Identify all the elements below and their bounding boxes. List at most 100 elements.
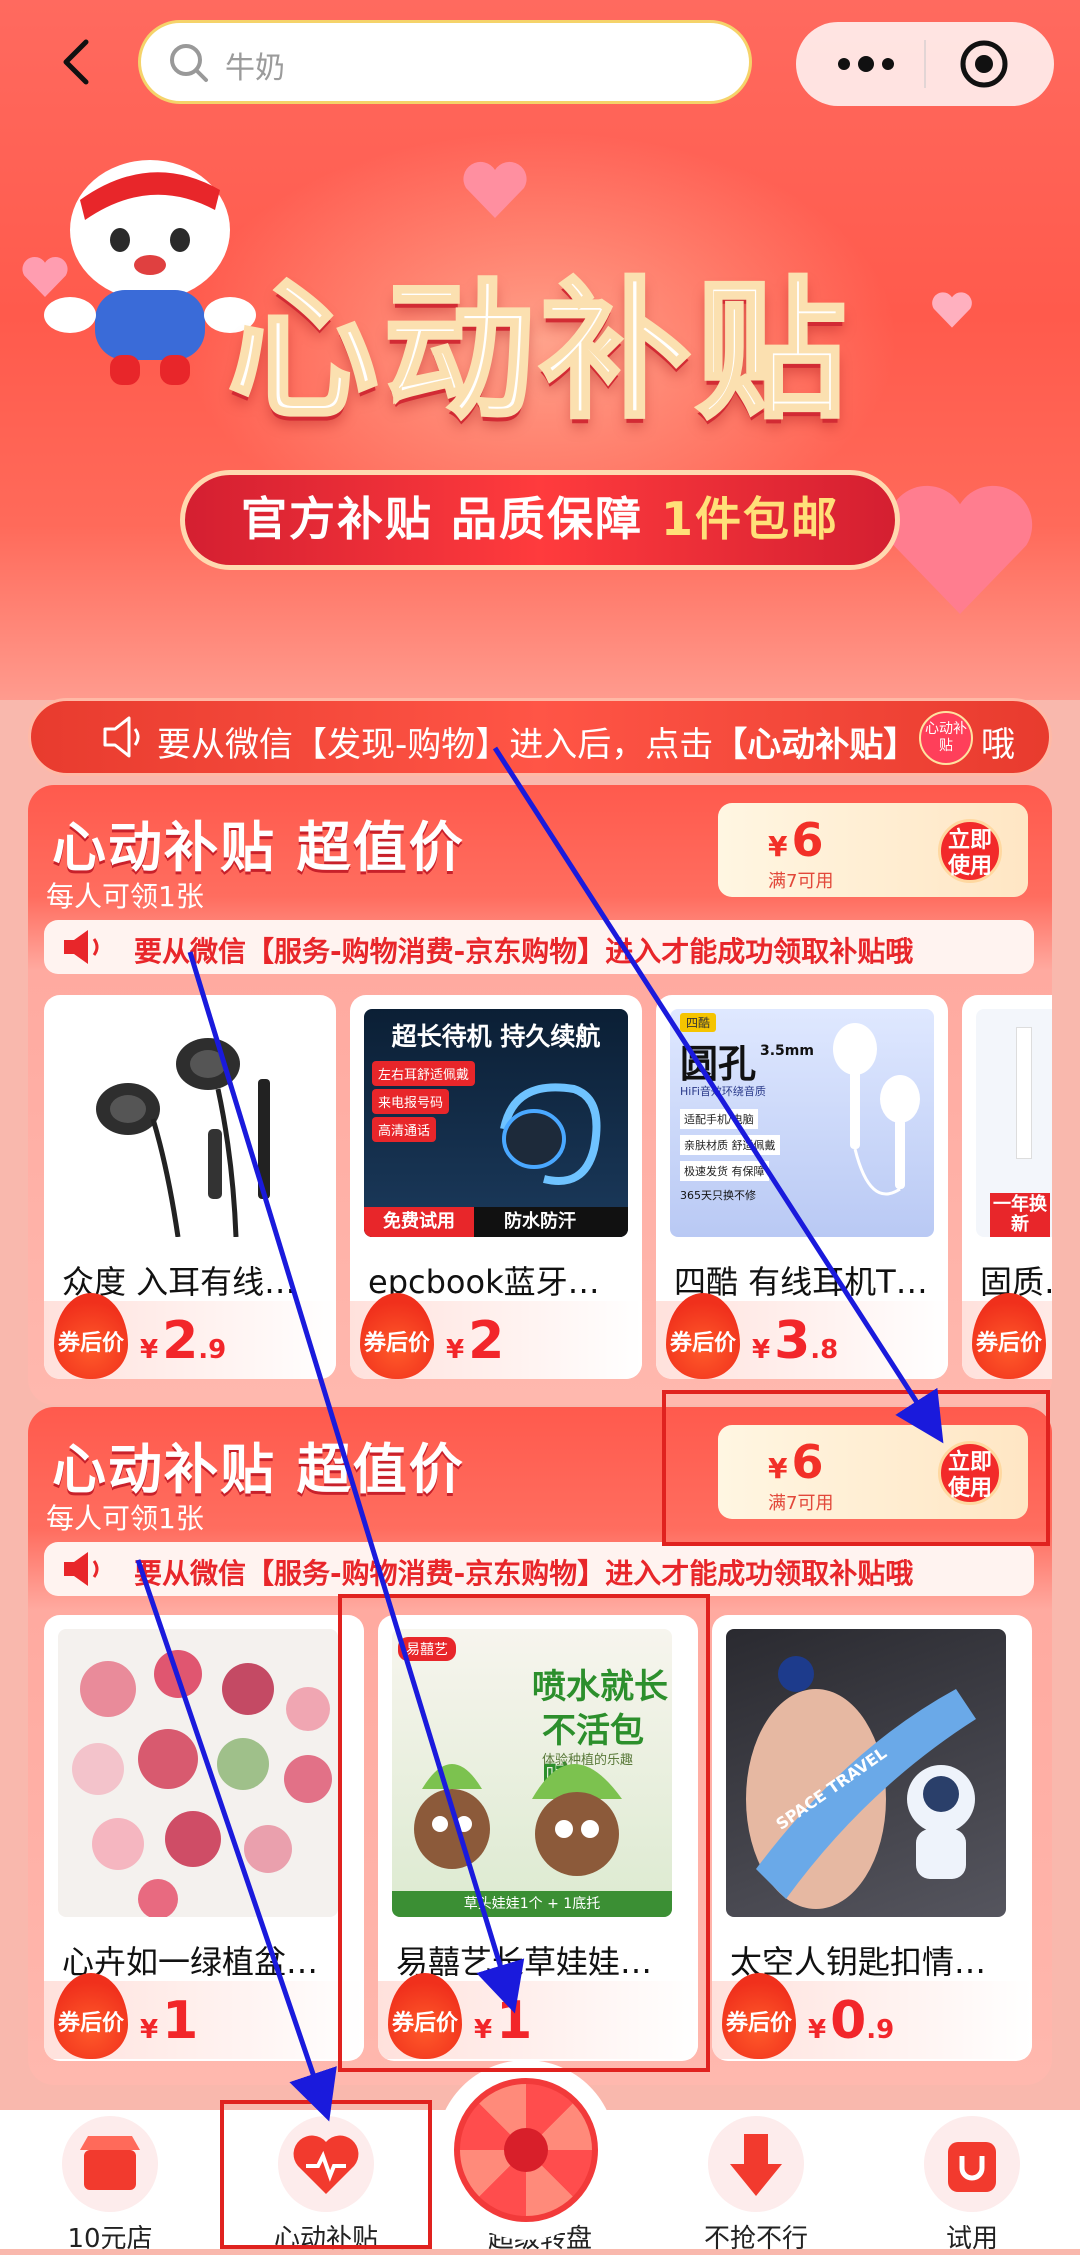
- tab-10-yuan-store[interactable]: 10元店: [10, 2110, 210, 2254]
- flame-icon: 券后价: [722, 1973, 796, 2059]
- product-image-earphones: [58, 1009, 322, 1237]
- price-bar: 券后价 ¥1: [44, 1973, 364, 2059]
- tab-trial[interactable]: 试用: [872, 2110, 1072, 2254]
- image-caption: 圆孔: [680, 1042, 757, 1086]
- price-label: 券后价: [725, 2011, 792, 2036]
- hero-slogan-highlight: 1件包邮: [661, 492, 840, 546]
- capsule-divider: [924, 40, 926, 88]
- flame-icon: 券后价: [54, 1973, 128, 2059]
- image-footer-text: 免费试用: [364, 1207, 474, 1237]
- heart-decoration-icon: [463, 161, 527, 218]
- search-box[interactable]: 牛奶: [138, 20, 752, 104]
- back-arrow-icon[interactable]: [48, 32, 108, 92]
- more-options-icon[interactable]: [836, 48, 896, 80]
- product-card[interactable]: 众度 入耳有线… 券后价 ¥2.9: [44, 995, 336, 1379]
- tip-bar: 要从微信【服务-购物消费-京东购物】进入才能成功领取补贴哦: [44, 1542, 1034, 1596]
- currency-symbol: ¥: [768, 830, 788, 863]
- coupon-value: 6: [791, 813, 824, 867]
- earphone-graphic: [833, 1023, 920, 1196]
- price-label: 券后价: [669, 1331, 736, 1356]
- price-label: 券后价: [975, 1331, 1042, 1356]
- price-decimal: .9: [198, 1335, 227, 1365]
- product-image-bluetooth-headset: 超长待机 持久续航 左右耳舒适佩戴 来电报号码 高清通话 免费试用 防水防汗: [364, 1009, 628, 1237]
- section-subtitle: 每人可领1张: [46, 880, 204, 913]
- highlight-box-tab: [220, 2100, 432, 2249]
- price-integer: 2: [468, 1311, 505, 1371]
- flame-icon: 券后价: [54, 1293, 128, 1379]
- price-label: 券后价: [363, 1331, 430, 1356]
- shop-icon: [62, 2116, 158, 2212]
- notice-text-emphasis: 【心动补贴】: [713, 725, 918, 765]
- down-arrow-icon: [708, 2116, 804, 2212]
- section-subtitle: 每人可领1张: [46, 1502, 204, 1535]
- price-bar: 券后价 ¥3.8: [656, 1293, 948, 1379]
- product-card[interactable]: 四酷 圆孔 3.5mm HiFi音效环绕音质 适配手机/电脑 亲肤材质 舒适佩戴…: [656, 995, 948, 1379]
- mini-program-capsule: [796, 22, 1054, 106]
- image-footer: 免费试用 防水防汗: [364, 1207, 628, 1237]
- subsidy-section: 心动补贴 超值价 每人可领1张 ¥6 满7可用 立即使用 要从微信【服务-购物消…: [28, 785, 1052, 1405]
- notice-bar: 要从微信【发现-购物】进入后，点击【心动补贴】 心动补贴 哦: [28, 698, 1052, 776]
- price-bar: 券后价 ¥2: [350, 1293, 642, 1379]
- image-tag: 左右耳舒适佩戴: [372, 1061, 476, 1086]
- top-navigation-bar: 牛奶: [0, 0, 1080, 130]
- price-integer: 0: [830, 1991, 867, 2051]
- wheel-center: [504, 2128, 548, 2172]
- speaker-icon: [64, 930, 99, 964]
- product-price: ¥2.9: [140, 1311, 227, 1371]
- coupon-condition: 满7可用: [768, 871, 834, 892]
- search-placeholder: 牛奶: [225, 51, 285, 86]
- tip-bar: 要从微信【服务-购物消费-京东购物】进入才能成功领取补贴哦: [44, 920, 1034, 974]
- use-coupon-button[interactable]: 立即使用: [938, 819, 1002, 883]
- headset-graphic: [500, 1083, 601, 1185]
- image-caption: HiFi音效环绕音质: [680, 1085, 766, 1098]
- price-bar: 券后价: [962, 1293, 1052, 1379]
- product-price: ¥3.8: [752, 1311, 839, 1371]
- coupon-card[interactable]: ¥6 满7可用 立即使用: [718, 803, 1028, 897]
- flame-icon: 券后价: [666, 1293, 740, 1379]
- image-caption: 3.5mm: [760, 1043, 814, 1059]
- flame-icon: 券后价: [360, 1293, 434, 1379]
- product-card[interactable]: 心卉如一绿植盆… 券后价 ¥1: [44, 1615, 364, 2061]
- section-title: 心动补贴 超值价: [52, 1438, 465, 1501]
- hero-slogan-text: 官方补贴 品质保障: [240, 492, 661, 546]
- price-label: 券后价: [57, 1331, 124, 1356]
- tab-label: 试用: [945, 2224, 998, 2254]
- tip-text: 要从微信【服务-购物消费-京东购物】进入才能成功领取补贴哦: [134, 1557, 914, 1590]
- highlight-box-coupon: [662, 1390, 1050, 1546]
- product-card[interactable]: 超长待机 持久续航 左右耳舒适佩戴 来电报号码 高清通话 免费试用 防水防汗 e…: [350, 995, 642, 1379]
- notice-text: 要从微信【发现-购物】进入后，点击【心动补贴】: [157, 717, 917, 766]
- subsidy-badge: 心动补贴: [919, 711, 973, 765]
- product-row: 众度 入耳有线… 券后价 ¥2.9 超长待机 持久续航 左右耳舒适佩戴 来电报号…: [44, 995, 1052, 1390]
- close-mini-program-icon[interactable]: [958, 38, 1010, 90]
- shopping-bag-icon: [924, 2116, 1020, 2212]
- lucky-wheel-icon[interactable]: [436, 2060, 616, 2240]
- image-tag: 一年换新: [990, 1193, 1050, 1237]
- product-card[interactable]: SPACE TRAVEL 太空人钥匙扣情… 券后价 ¥0.9: [712, 1615, 1032, 2061]
- hero-slogan: 官方补贴 品质保障 1件包邮: [180, 470, 900, 570]
- speaker-icon: [103, 716, 140, 758]
- product-image-cable: 一年换新: [976, 1009, 1052, 1237]
- section-title: 心动补贴 超值价: [52, 816, 465, 879]
- tip-text: 要从微信【服务-购物消费-京东购物】进入才能成功领取补贴哦: [134, 935, 914, 968]
- image-tag: 亲肤材质 舒适佩戴: [680, 1135, 780, 1155]
- price-bar: 券后价 ¥0.9: [712, 1973, 1032, 2059]
- product-price: ¥1: [140, 1991, 199, 2051]
- price-integer: 3: [774, 1311, 811, 1371]
- image-tag: 高清通话: [372, 1117, 437, 1142]
- product-image-keychain: SPACE TRAVEL: [726, 1629, 1006, 1917]
- tab-must-grab[interactable]: 不抢不行: [656, 2110, 856, 2254]
- price-integer: 2: [162, 1311, 199, 1371]
- price-decimal: .9: [866, 2015, 895, 2045]
- product-image-wired-earphones: 四酷 圆孔 3.5mm HiFi音效环绕音质 适配手机/电脑 亲肤材质 舒适佩戴…: [670, 1009, 934, 1237]
- image-caption: 超长待机 持久续航: [391, 1022, 601, 1051]
- product-card[interactable]: 一年换新 固质… 券后价: [962, 995, 1052, 1379]
- notice-text-end: 哦: [981, 725, 1015, 765]
- tab-label: 10元店: [67, 2224, 153, 2254]
- image-tag: 极速发货 有保障: [680, 1161, 769, 1181]
- image-brand: 四酷: [680, 1013, 717, 1032]
- image-footer-text: 防水防汗: [504, 1211, 576, 1232]
- price-integer: 1: [162, 1991, 199, 2051]
- heart-decoration-icon: [887, 485, 1033, 614]
- product-price: ¥0.9: [808, 1991, 895, 2051]
- speaker-icon: [64, 1552, 99, 1586]
